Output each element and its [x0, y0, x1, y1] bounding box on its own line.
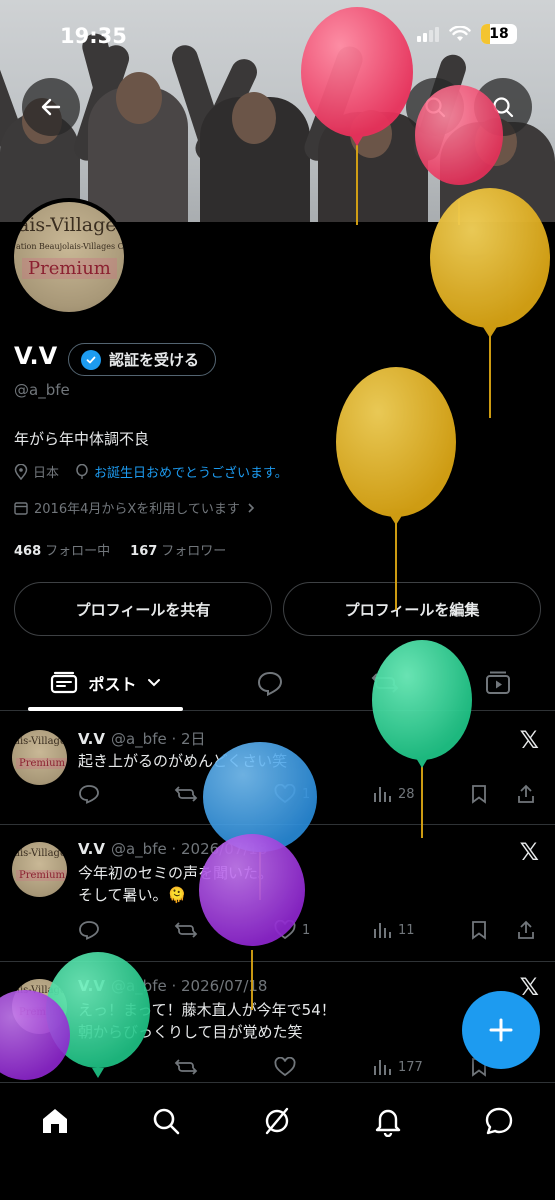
joined-date[interactable]: 2016年4月からXを利用しています — [14, 498, 256, 517]
post-avatar[interactable]: ais-Villages Premium — [12, 979, 67, 1034]
posts-icon — [51, 671, 78, 694]
more-button[interactable] — [474, 78, 532, 136]
repost-icon — [174, 922, 198, 938]
nav-grok[interactable] — [257, 1101, 297, 1141]
messages-icon — [485, 1107, 513, 1135]
nav-home[interactable] — [35, 1101, 75, 1141]
repost-icon — [174, 1059, 198, 1075]
search-icon — [153, 1108, 180, 1135]
balloon-yellow — [430, 188, 550, 418]
tab-replies[interactable] — [240, 655, 300, 711]
compose-button[interactable] — [462, 991, 540, 1069]
views-icon — [374, 787, 391, 802]
like-button[interactable] — [274, 1057, 296, 1077]
heart-icon — [274, 1057, 296, 1077]
bookmark-button[interactable] — [470, 784, 488, 804]
signal-icon — [417, 26, 439, 42]
post-text: 今年初のセミの声を聞いた。 そして暑い。🫠 — [78, 864, 274, 904]
bookmark-icon — [472, 921, 486, 940]
tab-active-indicator — [28, 707, 183, 711]
more-icon — [493, 97, 514, 118]
grok-icon — [265, 1107, 289, 1135]
repost-icon — [174, 786, 198, 802]
share-icon — [518, 784, 534, 803]
edit-profile-button[interactable]: プロフィールを編集 — [283, 582, 541, 636]
bookmark-icon — [472, 785, 486, 804]
media-icon — [486, 671, 510, 694]
get-verified-button[interactable]: 認証を受ける — [68, 343, 217, 376]
repost-button[interactable] — [174, 784, 204, 804]
views-icon — [374, 923, 391, 938]
x-logo-icon: 𝕏 — [519, 726, 539, 754]
post-actions: 177 — [78, 1057, 540, 1081]
bookmark-button[interactable] — [470, 920, 488, 940]
nav-explore[interactable] — [146, 1101, 186, 1141]
post-text: えっ！まって！藤木直人が今年で54！ 朝からびっくりして目が覚めた笑 — [78, 1001, 336, 1041]
share-button[interactable] — [516, 784, 536, 804]
nav-messages[interactable] — [479, 1101, 519, 1141]
balloon-yellow — [336, 367, 456, 610]
location: 日本 — [33, 466, 60, 481]
nav-notifications[interactable] — [368, 1101, 408, 1141]
chevron-down-icon — [147, 679, 160, 687]
post-actions: 1 11 — [78, 920, 540, 944]
status-bar: 19:35 18 — [0, 0, 555, 70]
share-profile-button[interactable]: プロフィールを共有 — [14, 582, 272, 636]
back-arrow-icon — [41, 98, 61, 116]
heart-icon — [274, 784, 296, 804]
reply-icon — [79, 921, 99, 940]
tab-posts[interactable]: ポスト — [28, 655, 183, 711]
post-avatar[interactable]: ais-Villages Premium — [12, 842, 67, 897]
bio: 年がら年中体調不良 — [14, 430, 150, 448]
plus-icon — [489, 1018, 513, 1042]
verified-badge-icon — [81, 349, 101, 370]
x-logo-icon: 𝕏 — [519, 838, 539, 866]
home-icon — [43, 1109, 67, 1133]
share-button[interactable] — [516, 920, 536, 940]
post[interactable]: ais-Villages Premium V.V @a_bfe · 2日 𝕏 起き上… — [0, 712, 555, 825]
profile-meta: 日本 お誕生日おめでとうございます。 — [14, 462, 288, 481]
followers-link[interactable]: 167 フォロワー — [130, 540, 226, 559]
wifi-icon — [449, 26, 471, 41]
like-button[interactable]: 1 — [274, 784, 310, 804]
views-icon — [374, 1060, 391, 1075]
chevron-right-icon — [248, 502, 255, 513]
views-button[interactable]: 28 — [372, 784, 415, 804]
reply-button[interactable] — [78, 784, 100, 804]
heart-icon — [274, 920, 296, 940]
views-button[interactable]: 11 — [372, 920, 415, 940]
share-icon — [518, 920, 534, 939]
back-button[interactable] — [22, 78, 80, 136]
search-icon — [425, 97, 446, 118]
balloon-icon — [76, 463, 88, 479]
follow-stats: 468 フォロー中 167 フォロワー — [14, 540, 226, 559]
profile-tabs: ポスト — [0, 655, 555, 711]
tab-media[interactable] — [468, 655, 528, 711]
reply-icon — [79, 785, 99, 804]
like-button[interactable]: 1 — [274, 920, 310, 940]
post[interactable]: ais-Villages Premium V.V @a_bfe · 2026/07/… — [0, 826, 555, 962]
calendar-icon — [14, 501, 28, 515]
repost-button[interactable] — [174, 920, 204, 940]
user-handle: @a_bfe — [14, 381, 70, 399]
post-avatar[interactable]: ais-Villages Premium — [12, 730, 67, 785]
reply-button[interactable] — [78, 920, 100, 940]
repost-button[interactable] — [174, 1057, 198, 1077]
bell-icon — [375, 1109, 401, 1137]
repost-icon — [371, 673, 399, 693]
status-time: 19:35 — [60, 24, 127, 48]
post-actions: 1 28 — [78, 784, 540, 808]
reply-icon — [257, 671, 283, 696]
birthday-link[interactable]: お誕生日おめでとうございます。 — [94, 462, 288, 481]
search-button[interactable] — [406, 78, 464, 136]
location-icon — [14, 463, 28, 480]
profile-avatar[interactable]: ais-Villages ation Beaujolais-Villages C… — [10, 198, 128, 316]
tab-reposts[interactable] — [355, 655, 415, 711]
battery-icon: 18 — [481, 24, 517, 44]
following-link[interactable]: 468 フォロー中 — [14, 540, 110, 559]
views-button[interactable]: 177 — [372, 1057, 423, 1077]
post-text: 起き上がるのがめんどくさい笑 — [78, 752, 288, 770]
bottom-navigation — [0, 1082, 555, 1200]
display-name: V.V — [14, 342, 58, 370]
